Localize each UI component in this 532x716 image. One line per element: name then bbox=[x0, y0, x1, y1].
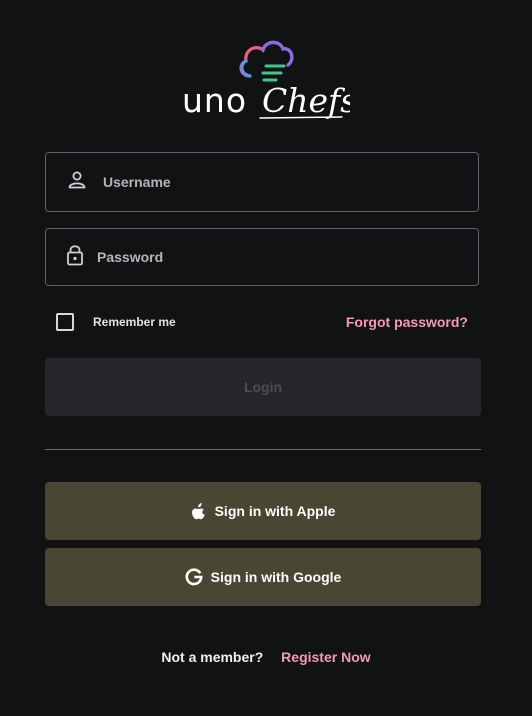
not-a-member-text: Not a member? bbox=[161, 649, 264, 665]
remember-me-label: Remember me bbox=[93, 315, 176, 329]
username-input[interactable] bbox=[101, 153, 466, 211]
username-field[interactable] bbox=[45, 152, 479, 212]
user-icon bbox=[67, 170, 87, 195]
logo-wordmark-chefs: Chefs bbox=[262, 81, 350, 120]
login-button[interactable]: Login bbox=[45, 358, 481, 416]
unochefs-logo: uno Chefs bbox=[180, 36, 350, 122]
forgot-password-link[interactable]: Forgot password? bbox=[346, 314, 468, 330]
remember-me-checkbox[interactable] bbox=[56, 313, 74, 331]
sign-in-google-button[interactable]: Sign in with Google bbox=[45, 548, 481, 606]
lock-icon bbox=[66, 244, 84, 271]
password-input[interactable] bbox=[95, 229, 466, 285]
google-icon bbox=[185, 568, 203, 586]
register-now-link[interactable]: Register Now bbox=[281, 649, 370, 665]
sign-in-apple-button[interactable]: Sign in with Apple bbox=[45, 482, 481, 540]
remember-me-toggle[interactable]: Remember me bbox=[56, 313, 176, 331]
apple-icon bbox=[191, 502, 207, 520]
register-prompt: Not a member? Register Now bbox=[0, 649, 532, 665]
password-field[interactable] bbox=[45, 228, 479, 286]
sign-in-google-label: Sign in with Google bbox=[210, 569, 342, 585]
divider bbox=[45, 449, 481, 450]
logo-wordmark-uno: uno bbox=[182, 81, 247, 120]
sign-in-apple-label: Sign in with Apple bbox=[214, 503, 336, 519]
